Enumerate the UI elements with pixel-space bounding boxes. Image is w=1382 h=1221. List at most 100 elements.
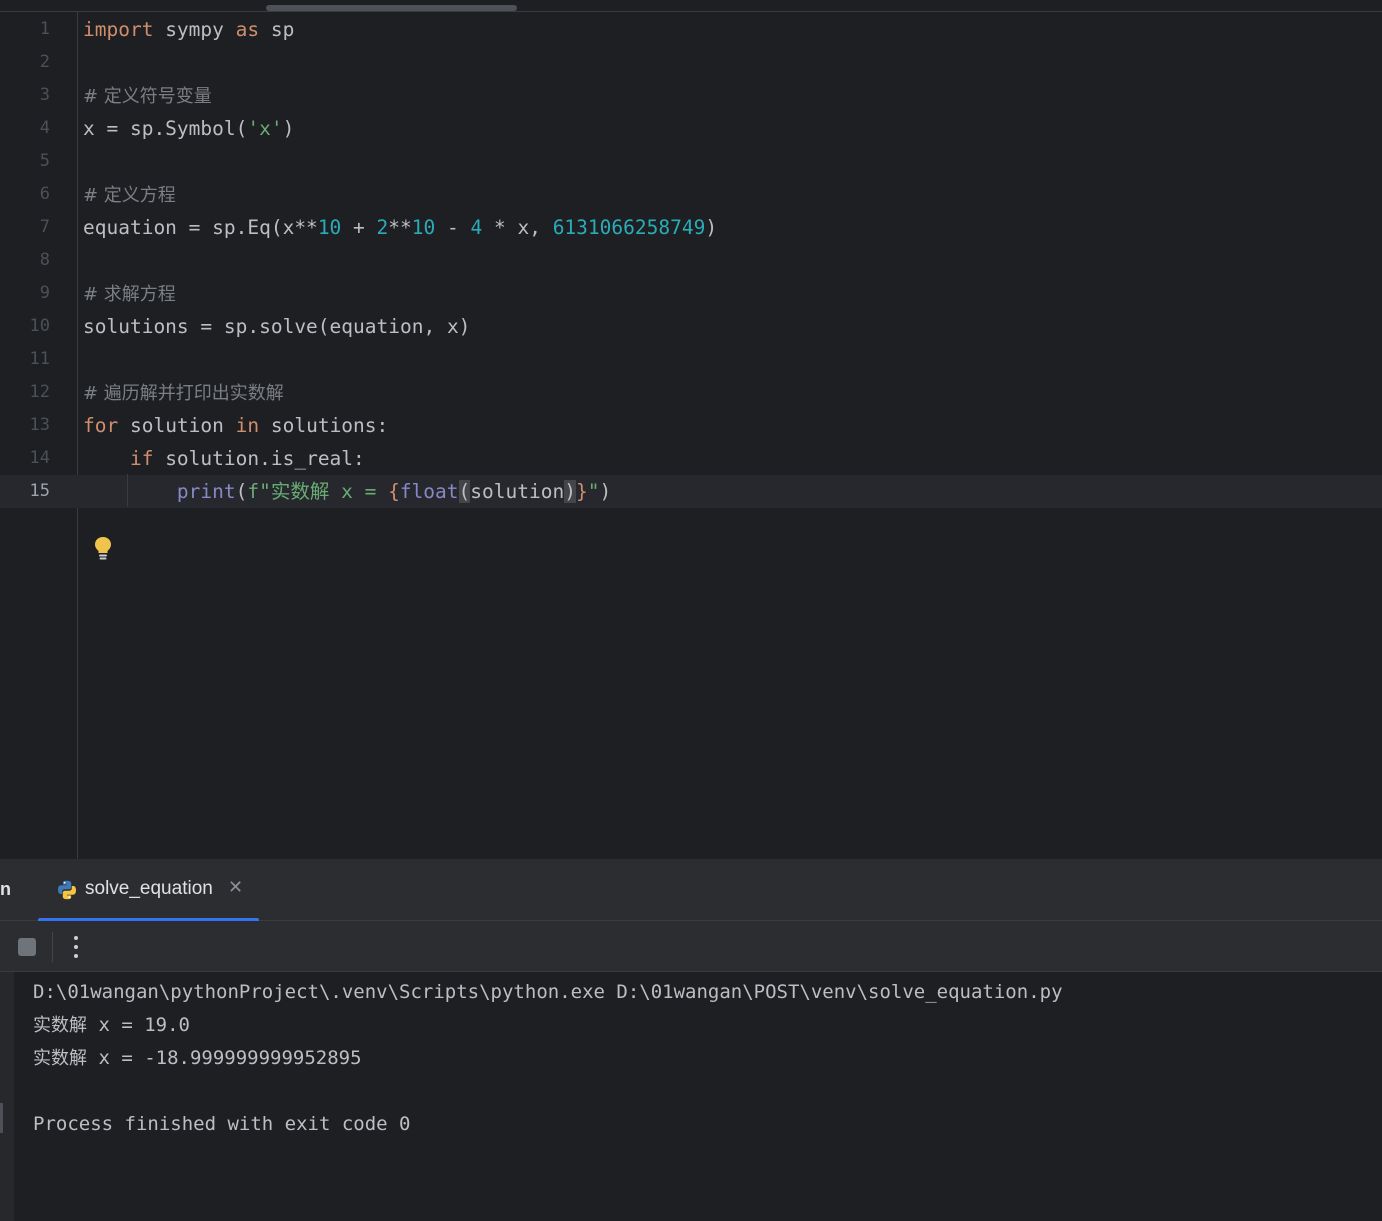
line-number[interactable]: 5 xyxy=(0,145,50,178)
result-prefix: 实数解 xyxy=(33,1048,87,1069)
line-number[interactable]: 8 xyxy=(0,244,50,277)
code-line[interactable]: 3 # 定义符号变量 xyxy=(0,79,1382,112)
console-scroll-marker xyxy=(0,1103,3,1133)
console-command-line: D:\01wangan\pythonProject\.venv\Scripts\… xyxy=(33,981,1063,1003)
close-icon[interactable]: ✕ xyxy=(228,877,243,898)
code-line[interactable]: 5 xyxy=(0,145,1382,178)
code-token: as xyxy=(235,18,260,41)
line-code: # 遍历解并打印出实数解 xyxy=(83,376,284,410)
line-code: # 求解方程 xyxy=(83,277,176,311)
code-token: 10 xyxy=(411,216,436,239)
code-token: ) xyxy=(705,216,718,239)
line-number[interactable]: 1 xyxy=(0,13,50,46)
ide-window: 1 import sympy as sp 2 3 # 定义符号变量 4 x = sp.Sym… xyxy=(0,0,1382,1221)
code-line[interactable]: 11 xyxy=(0,343,1382,376)
more-options-icon[interactable] xyxy=(68,933,84,961)
stop-button[interactable] xyxy=(18,938,36,956)
line-number[interactable]: 14 xyxy=(0,442,50,475)
code-line[interactable]: 1 import sympy as sp xyxy=(0,13,1382,46)
code-token: equation = sp.Eq(x** xyxy=(83,216,318,239)
tab-solve-equation[interactable]: solve_equation ✕ xyxy=(38,859,259,922)
code-line[interactable]: 10 solutions = sp.solve(equation, x) xyxy=(0,310,1382,343)
line-code: x = sp.Symbol('x') xyxy=(83,112,294,145)
code-line[interactable]: 15 print(f"实数解 x = {float(solution)}") xyxy=(0,475,1382,508)
code-token: ) xyxy=(282,117,295,140)
line-number[interactable]: 6 xyxy=(0,178,50,211)
code-token: 'x' xyxy=(247,117,283,140)
code-line[interactable]: 12 # 遍历解并打印出实数解 xyxy=(0,376,1382,409)
indent-guide xyxy=(127,474,128,507)
line-number[interactable]: 2 xyxy=(0,46,50,79)
result-value: x = 19.0 xyxy=(87,1014,190,1036)
tab-label: solve_equation xyxy=(85,878,213,899)
code-token: - xyxy=(435,216,471,239)
code-token: ) xyxy=(599,480,612,503)
code-token: import xyxy=(83,18,154,41)
line-number[interactable]: 15 xyxy=(0,475,50,508)
code-editor[interactable]: 1 import sympy as sp 2 3 # 定义符号变量 4 x = sp.Sym… xyxy=(0,0,1382,859)
line-number[interactable]: 4 xyxy=(0,112,50,145)
code-token: solution xyxy=(470,480,565,503)
code-token: float xyxy=(399,480,459,503)
code-line[interactable]: 2 xyxy=(0,46,1382,79)
line-code: # 定义方程 xyxy=(83,178,176,212)
code-token: * x, xyxy=(482,216,553,239)
code-token: sp xyxy=(259,18,295,41)
code-line[interactable]: 9 # 求解方程 xyxy=(0,277,1382,310)
code-line[interactable]: 4 x = sp.Symbol('x') xyxy=(0,112,1382,145)
code-line[interactable]: 6 # 定义方程 xyxy=(0,178,1382,211)
line-code: for solution in solutions: xyxy=(83,409,388,442)
code-line[interactable]: 14 if solution.is_real: xyxy=(0,442,1382,475)
console-result-line: 实数解 x = 19.0 xyxy=(33,1009,190,1042)
code-token: if xyxy=(129,447,154,470)
console-gutter xyxy=(0,972,14,1221)
code-token: 2 xyxy=(376,216,389,239)
python-icon xyxy=(58,880,76,900)
line-code: import sympy as sp xyxy=(83,13,294,46)
console-exit-line: Process finished with exit code 0 xyxy=(33,1113,411,1135)
code-line[interactable]: 8 xyxy=(0,244,1382,277)
lightbulb-icon[interactable] xyxy=(93,536,113,562)
code-token: # 定义方程 xyxy=(83,185,176,206)
line-number[interactable]: 3 xyxy=(0,79,50,112)
code-line[interactable]: 13 for solution in solutions: xyxy=(0,409,1382,442)
code-token: solution.is_real: xyxy=(153,447,365,470)
horizontal-scrollbar-thumb[interactable] xyxy=(266,5,517,11)
code-token: # 定义符号变量 xyxy=(83,86,212,107)
code-token: # 求解方程 xyxy=(83,284,176,305)
run-toolbar xyxy=(0,921,1382,972)
code-token: ** xyxy=(388,216,412,239)
code-token: f"实数解 x = xyxy=(247,480,389,503)
panel-title: n xyxy=(0,879,11,899)
code-token: sympy xyxy=(153,18,236,41)
code-token: ( xyxy=(235,480,248,503)
code-token: for xyxy=(83,414,119,437)
code-token: } xyxy=(575,480,588,503)
code-token: solution xyxy=(118,414,236,437)
code-token: solutions: xyxy=(259,414,389,437)
code-token: 10 xyxy=(317,216,342,239)
line-number[interactable]: 10 xyxy=(0,310,50,343)
code-line[interactable]: 7 equation = sp.Eq(x**10 + 2**10 - 4 * x,… xyxy=(0,211,1382,244)
line-number[interactable]: 12 xyxy=(0,376,50,409)
line-number[interactable]: 11 xyxy=(0,343,50,376)
code-token: 6131066258749 xyxy=(552,216,706,239)
line-number[interactable]: 9 xyxy=(0,277,50,310)
console-output[interactable]: D:\01wangan\pythonProject\.venv\Scripts\… xyxy=(0,972,1382,1221)
code-token: ( xyxy=(458,480,471,503)
code-token: x = sp.Symbol( xyxy=(83,117,248,140)
line-code: solutions = sp.solve(equation, x) xyxy=(83,310,470,343)
code-token: print xyxy=(176,480,236,503)
line-number[interactable]: 13 xyxy=(0,409,50,442)
code-token: # 遍历解并打印出实数解 xyxy=(83,383,284,404)
line-number[interactable]: 7 xyxy=(0,211,50,244)
code-token: in xyxy=(235,414,260,437)
code-token: { xyxy=(388,480,400,503)
console-result-line: 实数解 x = -18.999999999952895 xyxy=(33,1042,362,1075)
line-code: print(f"实数解 x = {float(solution)}") xyxy=(83,475,611,508)
code-token: + xyxy=(341,216,377,239)
code-token: " xyxy=(587,480,600,503)
result-value: x = -18.999999999952895 xyxy=(87,1047,362,1069)
